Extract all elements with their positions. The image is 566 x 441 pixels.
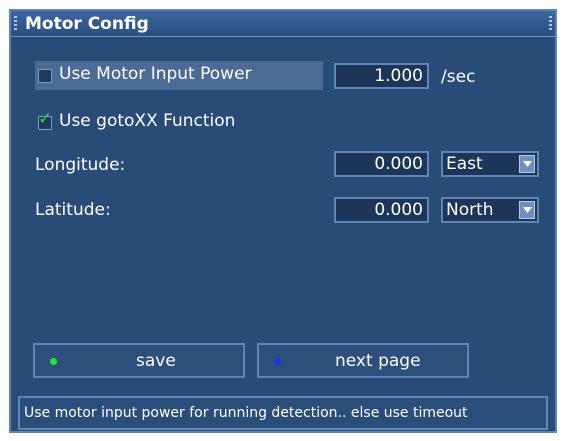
longitude-dropdown-button[interactable] [519,155,535,173]
next-page-button[interactable]: next page [257,343,469,378]
save-button[interactable]: save [33,343,245,378]
motor-input-power-checkbox[interactable] [38,69,52,83]
save-button-label: save [136,351,176,371]
green-dot-icon [50,358,57,365]
motor-input-power-value-field[interactable]: 1.000 [334,63,429,89]
help-status-bar: Use motor input power for running detect… [18,396,548,430]
latitude-value-field[interactable]: 0.000 [334,197,429,223]
title-bar: Motor Config [11,11,555,37]
help-text: Use motor input power for running detect… [24,405,468,421]
window-title: Motor Config [25,14,149,34]
latitude-value: 0.000 [374,200,423,220]
motor-input-power-unit: /sec [441,67,476,87]
latitude-direction-value: North [446,200,494,220]
motor-input-power-label: Use Motor Input Power [59,64,252,84]
motor-config-window: Motor Config Use Motor Input Power 1.000… [9,9,557,433]
latitude-label: Latitude: [35,200,111,220]
longitude-direction-value: East [446,154,483,174]
gotoxx-label: Use gotoXX Function [59,111,236,131]
next-page-button-label: next page [335,351,421,371]
gotoxx-checkbox[interactable]: ✓ [38,111,52,130]
longitude-label: Longitude: [35,155,126,175]
motor-input-power-value: 1.000 [374,66,423,86]
checkmark-icon: ✓ [38,109,53,129]
longitude-value: 0.000 [374,154,423,174]
right-grip [549,16,552,30]
chevron-down-icon [523,207,532,213]
left-grip [14,16,17,30]
longitude-direction-select[interactable]: East [441,151,539,177]
chevron-down-icon [523,161,532,167]
blue-dot-icon [274,358,281,365]
latitude-dropdown-button[interactable] [519,201,535,219]
longitude-value-field[interactable]: 0.000 [334,151,429,177]
latitude-direction-select[interactable]: North [441,197,539,223]
